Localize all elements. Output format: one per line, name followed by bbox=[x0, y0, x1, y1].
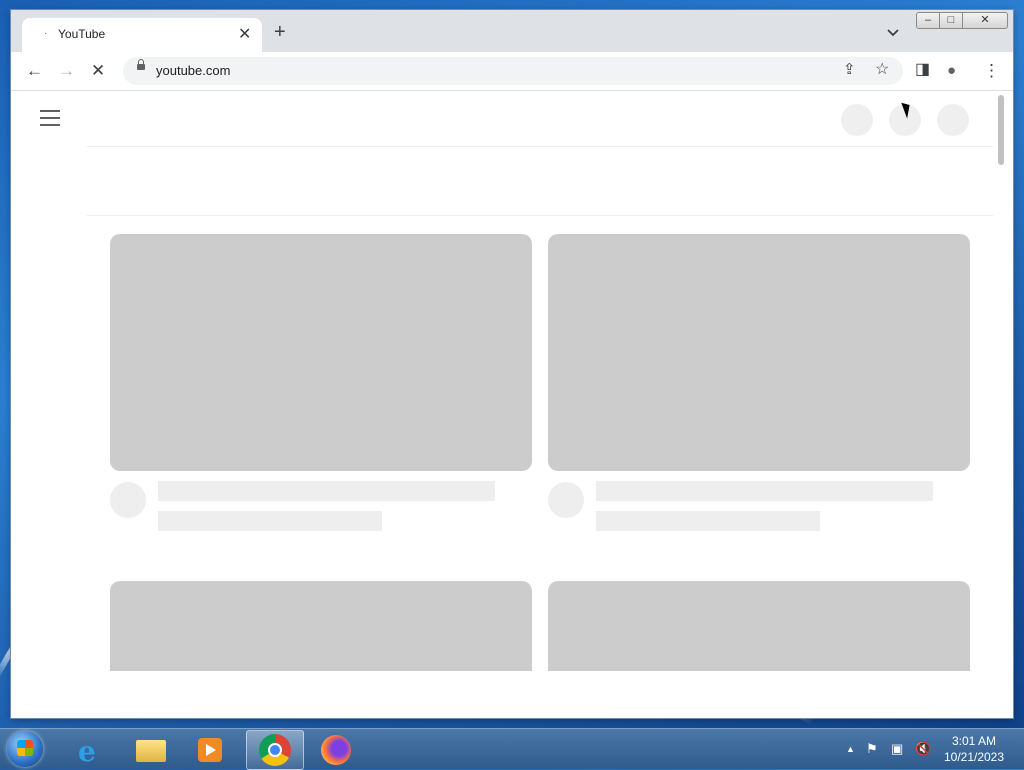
header-divider bbox=[87, 146, 993, 147]
network-icon[interactable]: ▣ bbox=[891, 741, 903, 757]
tab-youtube[interactable]: · YouTube ✕ bbox=[22, 18, 262, 52]
taskbar-firefox[interactable] bbox=[308, 730, 364, 768]
video-thumbnail-placeholder bbox=[110, 581, 532, 671]
url-text[interactable]: youtube.com bbox=[156, 63, 230, 78]
video-thumbnail-placeholder bbox=[548, 581, 970, 671]
guide-menu-icon[interactable] bbox=[40, 110, 60, 131]
address-bar[interactable]: youtube.com ⇪ ☆ bbox=[123, 57, 903, 85]
action-center-flag-icon[interactable]: ⚑ bbox=[866, 741, 878, 757]
media-player-icon bbox=[198, 738, 222, 762]
title-line-placeholder bbox=[596, 481, 933, 501]
chrome-icon bbox=[259, 734, 291, 766]
header-placeholder-circle bbox=[841, 104, 873, 136]
windows-logo-icon bbox=[17, 740, 33, 756]
channel-avatar-placeholder bbox=[110, 482, 146, 518]
maximize-button[interactable]: □ bbox=[939, 12, 963, 29]
taskbar: e ▲ ⚑ ▣ 🔇 3:01 AM 10/21/2023 bbox=[0, 728, 1024, 770]
taskbar-file-explorer[interactable] bbox=[122, 730, 178, 768]
chips-divider bbox=[87, 215, 993, 216]
new-tab-button[interactable]: + bbox=[274, 22, 286, 42]
title-line-placeholder bbox=[158, 481, 495, 501]
tab-strip: · YouTube ✕ + – □ ✕ bbox=[11, 10, 1013, 52]
tab-title: YouTube bbox=[58, 27, 106, 41]
show-hidden-icons-icon[interactable]: ▲ bbox=[846, 744, 855, 754]
share-icon[interactable]: ⇪ bbox=[843, 61, 856, 79]
start-button[interactable] bbox=[7, 731, 43, 767]
taskbar-chrome[interactable] bbox=[246, 730, 304, 770]
channel-avatar-placeholder bbox=[548, 482, 584, 518]
clock-date: 10/21/2023 bbox=[943, 750, 1005, 764]
browser-toolbar: ← → ✕ youtube.com ⇪ ☆ ◨ ● ⋮ bbox=[11, 52, 1013, 91]
internet-explorer-icon: e bbox=[78, 735, 96, 768]
side-panel-icon[interactable]: ◨ bbox=[915, 61, 930, 79]
page-scrollbar[interactable] bbox=[998, 95, 1004, 165]
firefox-icon bbox=[321, 735, 351, 765]
minimize-button[interactable]: – bbox=[916, 12, 940, 29]
header-placeholder-circle bbox=[937, 104, 969, 136]
close-window-button[interactable]: ✕ bbox=[962, 12, 1008, 29]
profile-avatar-icon[interactable]: ● bbox=[947, 62, 956, 80]
bookmark-star-icon[interactable]: ☆ bbox=[875, 61, 889, 79]
stop-loading-icon[interactable]: ✕ bbox=[91, 62, 105, 80]
chrome-window: · YouTube ✕ + – □ ✕ ← → ✕ youtube.com ⇪ … bbox=[11, 10, 1013, 718]
close-tab-icon[interactable]: ✕ bbox=[238, 24, 251, 44]
chrome-menu-icon[interactable]: ⋮ bbox=[983, 62, 1000, 80]
tab-search-chevron-down-icon[interactable] bbox=[887, 26, 899, 40]
taskbar-media-player[interactable] bbox=[183, 730, 239, 768]
meta-line-placeholder bbox=[596, 511, 820, 531]
taskbar-internet-explorer[interactable]: e bbox=[62, 730, 118, 768]
folder-icon bbox=[136, 740, 166, 762]
clock-time: 3:01 AM bbox=[951, 734, 997, 748]
page-content bbox=[11, 91, 1013, 718]
forward-arrow-icon[interactable]: → bbox=[58, 62, 75, 80]
video-thumbnail-placeholder bbox=[548, 234, 970, 471]
video-thumbnail-placeholder bbox=[110, 234, 532, 471]
meta-line-placeholder bbox=[158, 511, 382, 531]
system-clock[interactable]: 3:01 AM 10/21/2023 bbox=[938, 733, 1010, 765]
loading-favicon-icon: · bbox=[44, 28, 48, 39]
volume-muted-icon[interactable]: 🔇 bbox=[915, 741, 931, 757]
back-arrow-icon[interactable]: ← bbox=[26, 62, 43, 80]
lock-icon[interactable] bbox=[137, 59, 145, 70]
